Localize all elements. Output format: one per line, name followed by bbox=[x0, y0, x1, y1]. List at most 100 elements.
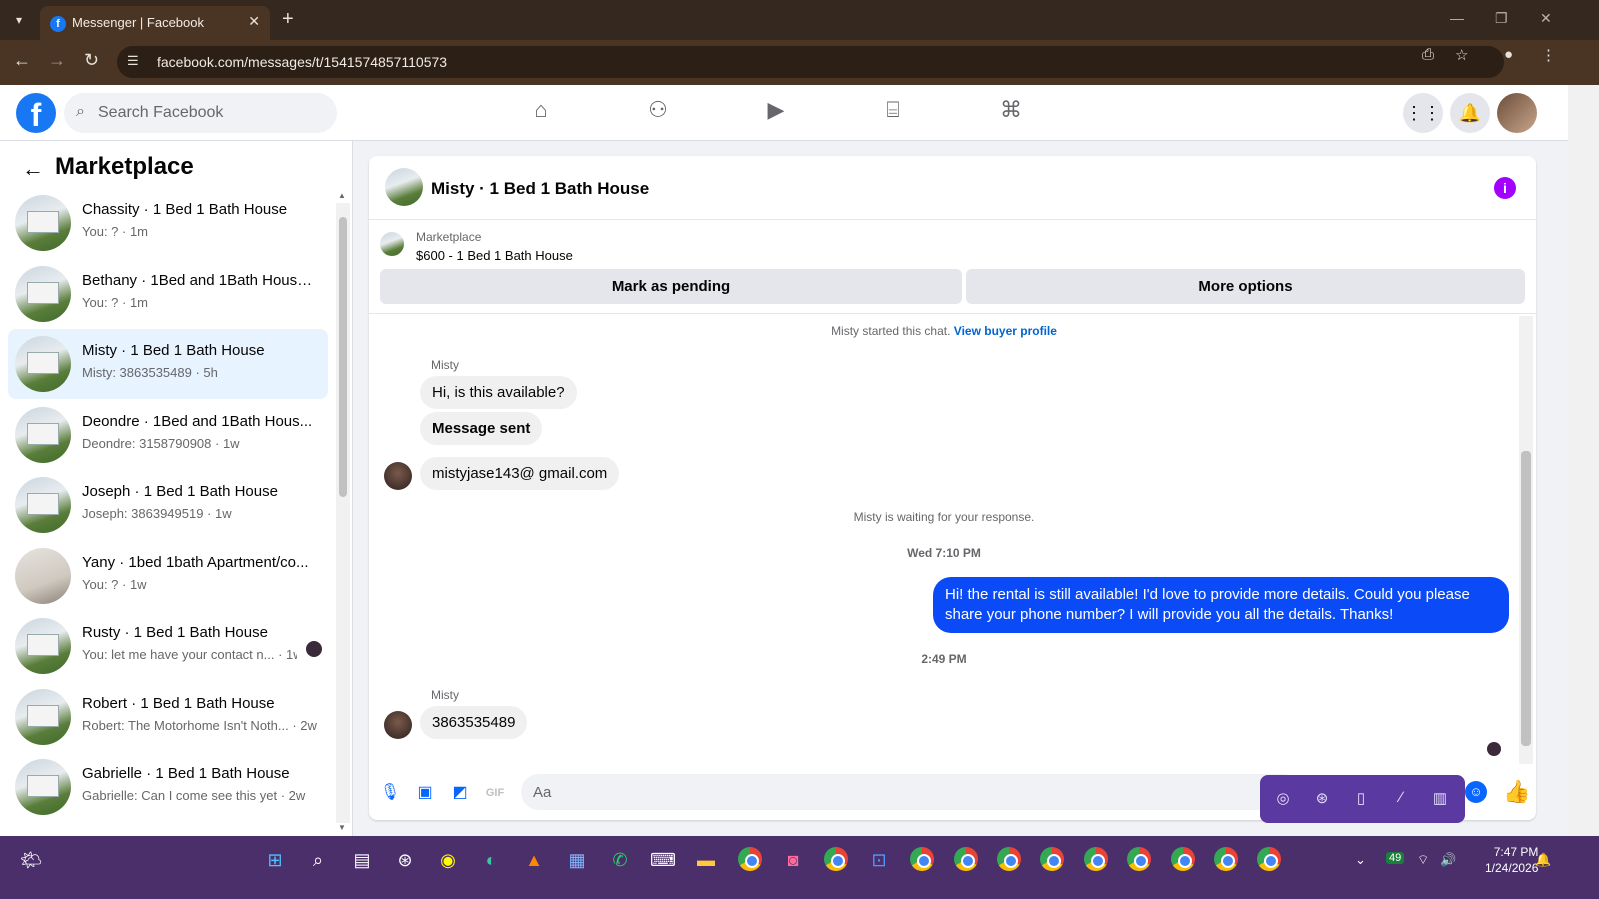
pen-tray-icon[interactable]: ∕ bbox=[1390, 789, 1412, 811]
chrome-icon[interactable] bbox=[738, 847, 762, 871]
instagram-icon[interactable]: ◙ bbox=[780, 847, 806, 873]
tab-search-icon[interactable]: ▾ bbox=[8, 9, 30, 31]
new-tab-icon[interactable]: + bbox=[282, 8, 294, 31]
chat-scrollbar[interactable] bbox=[1519, 316, 1533, 764]
conversation-item[interactable]: Rusty · 1 Bed 1 Bath House You: let me h… bbox=[8, 611, 328, 681]
account-avatar[interactable] bbox=[1497, 93, 1537, 133]
edge-icon[interactable]: ◐ bbox=[478, 847, 504, 873]
battery-indicator[interactable]: 49 bbox=[1386, 852, 1405, 864]
notification-bell-icon[interactable]: 🔔 bbox=[1535, 852, 1551, 868]
address-bar[interactable]: ☰ facebook.com/messages/t/15415748571105… bbox=[117, 46, 1504, 78]
profile-icon[interactable]: ● bbox=[1504, 46, 1513, 63]
minimize-icon[interactable]: — bbox=[1450, 10, 1464, 26]
tray-app-icon[interactable]: ◎ bbox=[1272, 789, 1294, 811]
conversation-list-scrollbar[interactable] bbox=[336, 203, 350, 823]
close-tab-icon[interactable]: ✕ bbox=[248, 13, 260, 30]
gif-icon[interactable]: GIF bbox=[484, 782, 506, 804]
vlc-icon[interactable]: ▲ bbox=[521, 847, 547, 873]
volume-icon[interactable]: 🔊 bbox=[1440, 852, 1456, 868]
system-clock[interactable]: 7:47 PM 1/24/2026 bbox=[1485, 844, 1538, 876]
listing-title[interactable]: $600 - 1 Bed 1 Bath House bbox=[416, 248, 573, 263]
facebook-logo-icon[interactable]: f bbox=[16, 93, 56, 133]
snapchat-icon[interactable]: ◉ bbox=[435, 847, 461, 873]
sender-avatar[interactable] bbox=[384, 711, 412, 739]
usb-tray-icon[interactable]: ▯ bbox=[1350, 789, 1372, 811]
back-icon[interactable]: ← bbox=[13, 50, 31, 71]
chat-listing-avatar[interactable] bbox=[385, 168, 423, 206]
conversation-item[interactable]: Deondre · 1Bed and 1Bath Hous... Deondre… bbox=[8, 400, 328, 470]
chat-title[interactable]: Misty · 1 Bed 1 Bath House bbox=[431, 179, 649, 199]
chrome-icon[interactable] bbox=[1171, 847, 1195, 871]
weather-widget-icon[interactable]: 🌤 bbox=[18, 847, 44, 873]
notifications-bell-icon[interactable]: 🔔 bbox=[1450, 93, 1490, 133]
menu-dots-icon[interactable]: ⋮ bbox=[1541, 46, 1556, 64]
forward-icon[interactable]: → bbox=[48, 50, 66, 71]
message-input[interactable] bbox=[521, 774, 1301, 810]
close-window-icon[interactable]: ✕ bbox=[1540, 10, 1552, 27]
gaming-icon[interactable]: ⌘ bbox=[991, 97, 1031, 129]
back-arrow-icon[interactable]: ← bbox=[22, 156, 44, 182]
store-icon[interactable]: ▦ bbox=[564, 847, 590, 873]
emoji-icon[interactable]: ☺ bbox=[1465, 781, 1487, 803]
chrome-icon[interactable] bbox=[1084, 847, 1108, 871]
sender-avatar[interactable] bbox=[384, 462, 412, 490]
tray-overflow-chevron-icon[interactable]: ⌄ bbox=[1355, 852, 1366, 868]
conversation-item[interactable]: Gabrielle · 1 Bed 1 Bath House Gabrielle… bbox=[8, 752, 328, 822]
keyboard-app-icon[interactable]: ⌨ bbox=[650, 847, 676, 873]
chrome-icon[interactable] bbox=[1257, 847, 1281, 871]
conversation-item[interactable]: Robert · 1 Bed 1 Bath House Robert: The … bbox=[8, 682, 328, 752]
more-options-button[interactable]: More options bbox=[966, 269, 1525, 304]
scrollbar-thumb[interactable] bbox=[339, 217, 347, 497]
wifi-icon[interactable]: ⌔ bbox=[1417, 852, 1429, 868]
search-input[interactable] bbox=[98, 93, 328, 133]
chrome-icon[interactable] bbox=[1127, 847, 1151, 871]
incoming-message[interactable]: mistyjase143@ gmail.com bbox=[420, 457, 620, 490]
install-app-icon[interactable]: ⎙ bbox=[1422, 46, 1434, 63]
info-icon[interactable]: i bbox=[1494, 177, 1516, 199]
view-buyer-profile-link[interactable]: View buyer profile bbox=[954, 324, 1057, 338]
restore-icon[interactable]: ❐ bbox=[1495, 10, 1508, 27]
marketplace-icon[interactable]: ⌸ bbox=[873, 97, 913, 129]
whatsapp-icon[interactable]: ✆ bbox=[607, 847, 633, 873]
menu-grid-icon[interactable]: ⋮⋮ bbox=[1403, 93, 1443, 133]
chrome-icon[interactable] bbox=[824, 847, 848, 871]
conversation-item[interactable]: Yany · 1bed 1bath Apartment/co... You: ?… bbox=[8, 541, 328, 611]
photo-icon[interactable]: ▣ bbox=[414, 782, 436, 804]
file-explorer-icon[interactable]: ▬ bbox=[693, 847, 719, 873]
conversation-item[interactable]: Bethany · 1Bed and 1Bath House... You: ?… bbox=[8, 259, 328, 329]
friends-icon[interactable]: ⚇ bbox=[638, 97, 678, 129]
incoming-message[interactable]: Message sent bbox=[420, 412, 543, 445]
chrome-icon[interactable] bbox=[1040, 847, 1064, 871]
steam-icon[interactable]: ⊛ bbox=[392, 847, 418, 873]
chrome-icon[interactable] bbox=[997, 847, 1021, 871]
incoming-message[interactable]: 3863535489 bbox=[420, 706, 528, 739]
page-scrollbar[interactable] bbox=[1568, 85, 1599, 836]
listing-thumbnail[interactable] bbox=[380, 232, 404, 256]
steam-tray-icon[interactable]: ⊛ bbox=[1311, 789, 1333, 811]
microphone-icon[interactable]: 🎙 bbox=[379, 782, 401, 804]
scrollbar-thumb[interactable] bbox=[1521, 451, 1531, 746]
site-info-icon[interactable]: ☰ bbox=[127, 53, 139, 69]
search-icon[interactable]: ⌕ bbox=[305, 847, 331, 873]
conversation-item-active[interactable]: Misty · 1 Bed 1 Bath House Misty: 386353… bbox=[8, 329, 328, 399]
browser-tab[interactable]: f Messenger | Facebook ✕ bbox=[40, 6, 270, 40]
scroll-down-arrow-icon[interactable]: ▼ bbox=[338, 823, 346, 832]
conversation-item[interactable]: Chassity · 1 Bed 1 Bath House You: ? · 1… bbox=[8, 188, 328, 258]
sticker-icon[interactable]: ◩ bbox=[449, 782, 471, 804]
mark-as-pending-button[interactable]: Mark as pending bbox=[380, 269, 962, 304]
bookmark-star-icon[interactable]: ☆ bbox=[1455, 46, 1468, 64]
task-view-icon[interactable]: ▤ bbox=[349, 847, 375, 873]
scroll-up-arrow-icon[interactable]: ▲ bbox=[338, 191, 346, 200]
chrome-icon[interactable] bbox=[1214, 847, 1238, 871]
windows-start-icon[interactable]: ⊞ bbox=[262, 847, 288, 873]
home-icon[interactable]: ⌂ bbox=[521, 97, 561, 129]
chrome-icon[interactable] bbox=[910, 847, 934, 871]
incoming-message[interactable]: Hi, is this available? bbox=[420, 376, 577, 409]
chrome-icon[interactable] bbox=[954, 847, 978, 871]
outgoing-message[interactable]: Hi! the rental is still available! I'd l… bbox=[933, 577, 1509, 633]
conversation-item[interactable]: Joseph · 1 Bed 1 Bath House Joseph: 3863… bbox=[8, 470, 328, 540]
video-icon[interactable]: ▶ bbox=[756, 97, 796, 129]
audio-meter-tray-icon[interactable]: ▥ bbox=[1429, 789, 1451, 811]
reload-icon[interactable]: ↻ bbox=[84, 50, 99, 71]
thumbs-up-icon[interactable]: 👍 bbox=[1503, 779, 1530, 805]
